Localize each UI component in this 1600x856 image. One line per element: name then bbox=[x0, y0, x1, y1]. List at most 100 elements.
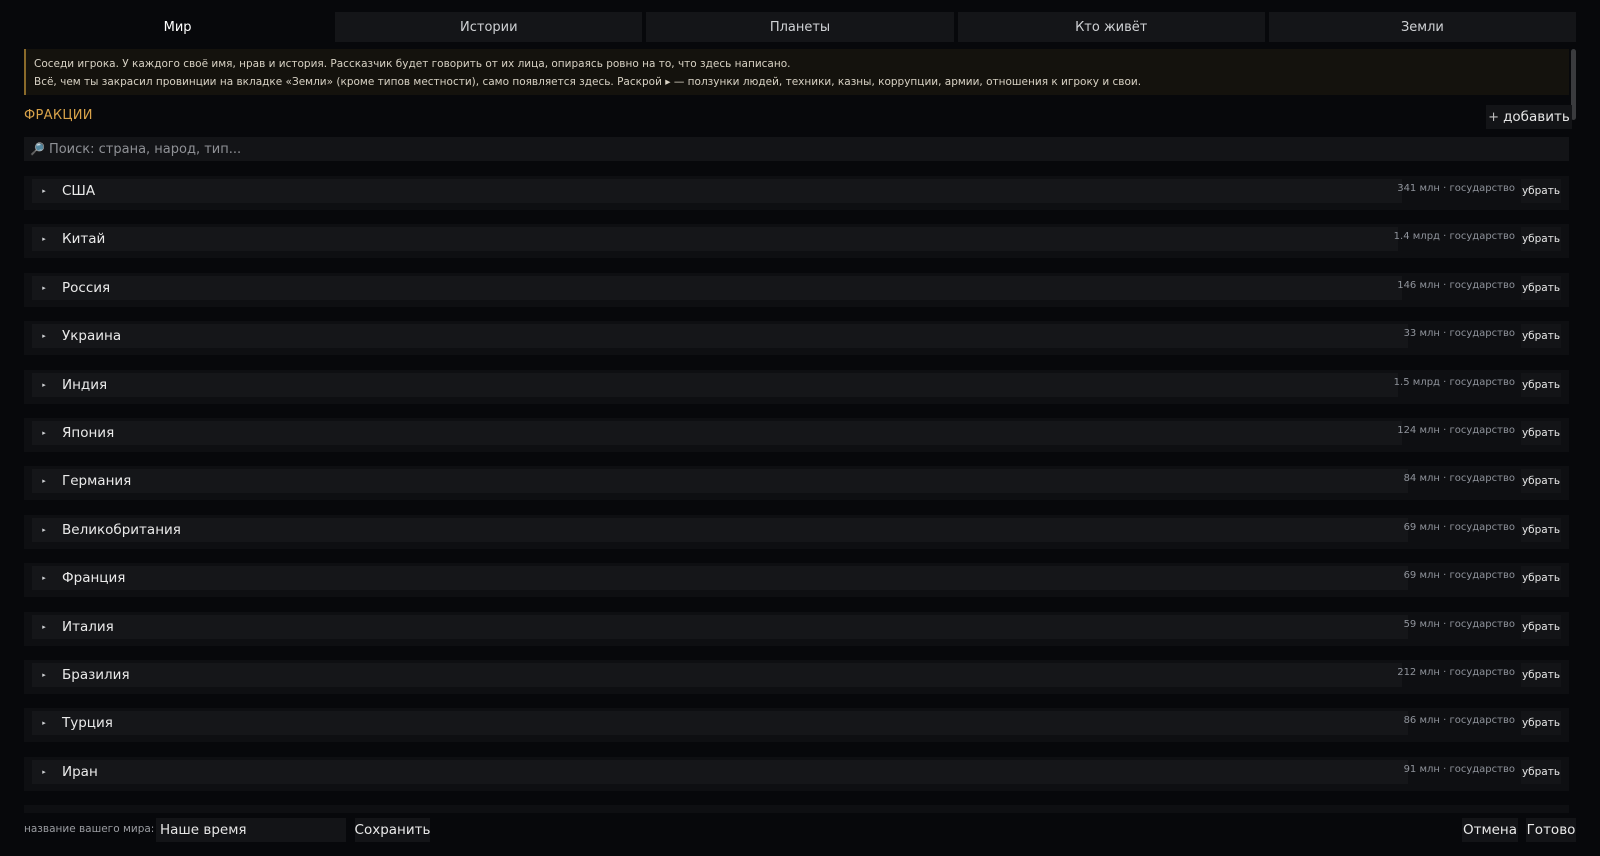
faction-meta: 1.4 млрд · государство bbox=[1393, 231, 1515, 243]
expand-arrow-icon[interactable]: ▸ bbox=[32, 623, 56, 631]
expand-arrow-icon[interactable]: ▸ bbox=[32, 187, 56, 195]
remove-faction-button[interactable]: убрать bbox=[1521, 179, 1561, 203]
faction-name-field[interactable]: ▸ США bbox=[32, 179, 1402, 203]
tab-stories[interactable]: Истории bbox=[335, 12, 643, 42]
faction-meta: 91 млн · государство bbox=[1403, 763, 1515, 775]
remove-faction-button[interactable]: убрать bbox=[1521, 517, 1561, 542]
faction-meta: 84 млн · государство bbox=[1403, 473, 1515, 485]
faction-meta: 59 млн · государство bbox=[1403, 618, 1515, 630]
faction-meta: 69 млн · государство bbox=[1403, 521, 1515, 533]
faction-name: Италия bbox=[62, 618, 114, 635]
faction-name-field[interactable]: ▸ Индия bbox=[32, 372, 1398, 397]
remove-faction-button[interactable]: убрать bbox=[1521, 324, 1561, 349]
faction-name-field[interactable]: ▸ Турция bbox=[32, 711, 1408, 736]
faction-name-field[interactable]: ▸ Великобритания bbox=[32, 517, 1408, 542]
faction-row[interactable]: ▸ Россия 146 млн · государство убрать bbox=[24, 272, 1569, 307]
faction-meta: 69 млн · государство bbox=[1403, 570, 1515, 582]
faction-name: Франция bbox=[62, 570, 126, 587]
faction-meta: 33 млн · государство bbox=[1403, 328, 1515, 340]
cancel-button[interactable]: Отмена bbox=[1462, 818, 1518, 842]
tab-lands[interactable]: Земли bbox=[1268, 12, 1577, 42]
expand-arrow-icon[interactable]: ▸ bbox=[32, 671, 56, 679]
faction-row[interactable]: ▸ Индия 1.5 млрд · государство убрать bbox=[24, 369, 1569, 404]
faction-name: Китай bbox=[62, 231, 106, 248]
info-line-1: Соседи игрока. У каждого своё имя, нрав … bbox=[34, 58, 791, 70]
remove-faction-button[interactable]: убрать bbox=[1521, 421, 1561, 445]
faction-row[interactable]: ▸ Италия 59 млн · государство убрать bbox=[24, 611, 1569, 646]
faction-name-field[interactable]: ▸ Россия bbox=[32, 275, 1402, 300]
faction-row[interactable]: ▸ Бразилия 212 млн · государство убрать bbox=[24, 660, 1569, 694]
faction-meta: 212 млн · государство bbox=[1397, 667, 1515, 678]
faction-row-partial bbox=[24, 805, 1569, 814]
faction-name-field[interactable]: ▸ Иран bbox=[32, 759, 1408, 784]
magnifier-icon: 🔎 bbox=[30, 142, 45, 156]
search-field[interactable]: 🔎 Поиск: страна, народ, тип... bbox=[24, 137, 1569, 161]
expand-arrow-icon[interactable]: ▸ bbox=[32, 284, 56, 292]
faction-row[interactable]: ▸ Япония 124 млн · государство убрать bbox=[24, 418, 1569, 452]
expand-arrow-icon[interactable]: ▸ bbox=[32, 574, 56, 582]
faction-name: Великобритания bbox=[62, 521, 181, 538]
expand-arrow-icon[interactable]: ▸ bbox=[32, 332, 56, 340]
expand-arrow-icon[interactable]: ▸ bbox=[32, 381, 56, 389]
tab-bar: Мир Истории Планеты Кто живёт Земли bbox=[24, 12, 1577, 42]
faction-name-field[interactable]: ▸ Франция bbox=[32, 566, 1408, 591]
faction-name: Индия bbox=[62, 376, 108, 393]
expand-arrow-icon[interactable]: ▸ bbox=[32, 477, 56, 485]
faction-name: Бразилия bbox=[62, 667, 130, 683]
remove-faction-button[interactable]: убрать bbox=[1521, 372, 1561, 397]
faction-row[interactable]: ▸ Китай 1.4 млрд · государство убрать bbox=[24, 224, 1569, 259]
faction-meta: 341 млн · государство bbox=[1397, 183, 1515, 194]
faction-name: Турция bbox=[62, 715, 113, 732]
faction-name: Украина bbox=[62, 328, 122, 345]
info-line-2: Всё, чем ты закрасил провинции на вкладк… bbox=[34, 75, 1142, 88]
faction-row[interactable]: ▸ Германия 84 млн · государство убрать bbox=[24, 466, 1569, 501]
remove-faction-button[interactable]: убрать bbox=[1521, 614, 1561, 639]
expand-arrow-icon[interactable]: ▸ bbox=[32, 526, 56, 534]
expand-arrow-icon[interactable]: ▸ bbox=[32, 429, 56, 437]
expand-arrow-icon[interactable]: ▸ bbox=[32, 235, 56, 243]
done-button[interactable]: Готово bbox=[1526, 818, 1576, 842]
faction-meta: 124 млн · государство bbox=[1397, 425, 1515, 436]
faction-name: Россия bbox=[62, 279, 111, 296]
tab-who-lives[interactable]: Кто живёт bbox=[957, 12, 1265, 42]
faction-name-field[interactable]: ▸ Украина bbox=[32, 324, 1408, 349]
faction-row[interactable]: ▸ США 341 млн · государство убрать bbox=[24, 176, 1569, 210]
expand-arrow-icon[interactable]: ▸ bbox=[32, 719, 56, 727]
expand-arrow-icon[interactable]: ▸ bbox=[32, 768, 56, 776]
faction-name-field[interactable]: ▸ Бразилия bbox=[32, 663, 1402, 687]
remove-faction-button[interactable]: убрать bbox=[1521, 663, 1561, 687]
faction-name-field[interactable]: ▸ Китай bbox=[32, 227, 1398, 252]
tab-planets[interactable]: Планеты bbox=[646, 12, 954, 42]
section-title: ФРАКЦИИ bbox=[24, 108, 93, 123]
add-faction-button[interactable]: + добавить bbox=[1486, 105, 1572, 129]
add-button-label: добавить bbox=[1503, 109, 1570, 125]
remove-faction-button[interactable]: убрать bbox=[1521, 759, 1561, 784]
remove-faction-button[interactable]: убрать bbox=[1521, 275, 1561, 300]
remove-faction-button[interactable]: убрать bbox=[1521, 227, 1561, 252]
remove-faction-button[interactable]: убрать bbox=[1521, 566, 1561, 591]
faction-name-field[interactable]: ▸ Япония bbox=[32, 421, 1402, 445]
faction-row[interactable]: ▸ Турция 86 млн · государство убрать bbox=[24, 708, 1569, 743]
faction-meta: 86 млн · государство bbox=[1403, 715, 1515, 727]
faction-row[interactable]: ▸ Иран 91 млн · государство убрать bbox=[24, 756, 1569, 791]
world-name-label: название вашего мира: bbox=[24, 823, 155, 835]
remove-faction-button[interactable]: убрать bbox=[1521, 469, 1561, 494]
faction-name: Германия bbox=[62, 473, 132, 490]
faction-meta: 1.5 млрд · государство bbox=[1393, 376, 1515, 388]
tab-world[interactable]: Мир bbox=[24, 12, 332, 42]
faction-name-field[interactable]: ▸ Германия bbox=[32, 469, 1408, 494]
world-name-input[interactable] bbox=[156, 818, 346, 842]
faction-row[interactable]: ▸ Великобритания 69 млн · государство убрат… bbox=[24, 514, 1569, 549]
faction-row[interactable]: ▸ Украина 33 млн · государство убрать bbox=[24, 321, 1569, 356]
faction-name: Иран bbox=[62, 763, 98, 780]
info-panel: Соседи игрока. У каждого своё имя, нрав … bbox=[24, 49, 1569, 95]
remove-faction-button[interactable]: убрать bbox=[1521, 711, 1561, 736]
faction-name-field[interactable]: ▸ Италия bbox=[32, 614, 1408, 639]
save-button[interactable]: Сохранить bbox=[355, 818, 430, 842]
faction-meta: 146 млн · государство bbox=[1397, 279, 1515, 291]
faction-name: Япония bbox=[62, 425, 115, 441]
faction-name: США bbox=[62, 183, 96, 199]
search-placeholder: Поиск: страна, народ, тип... bbox=[48, 141, 242, 157]
plus-icon: + bbox=[1488, 109, 1500, 125]
faction-row[interactable]: ▸ Франция 69 млн · государство убрать bbox=[24, 563, 1569, 598]
